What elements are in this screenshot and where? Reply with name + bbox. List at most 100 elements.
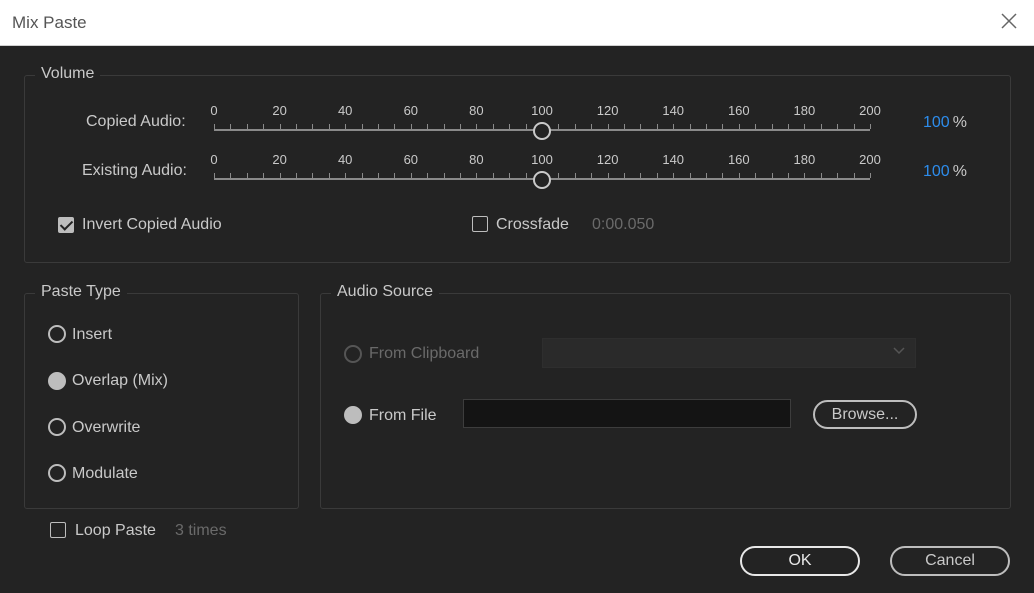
slider-tick (804, 124, 806, 129)
file-path-field[interactable] (463, 399, 791, 428)
slider-tick (312, 173, 314, 178)
slider-tick (640, 173, 642, 178)
slider-tick (574, 173, 576, 178)
slider-tick (378, 124, 379, 129)
slider-tick (738, 173, 740, 178)
slider-tick (673, 173, 675, 178)
slider-tick (574, 124, 576, 129)
loop-paste-checkbox[interactable] (50, 522, 66, 538)
slider-tick (788, 173, 789, 178)
slider-tick-label: 0 (210, 103, 218, 118)
slider-tick (738, 124, 740, 129)
crossfade-label[interactable]: Crossfade (496, 216, 569, 234)
paste-type-insert-label[interactable]: Insert (72, 326, 112, 344)
slider-tick (263, 173, 265, 178)
slider-tick-label: 0 (210, 152, 218, 167)
slider-tick-label: 200 (859, 152, 881, 167)
invert-copied-audio-checkbox[interactable] (58, 217, 74, 233)
slider-tick (443, 173, 445, 178)
existing-audio-value-number[interactable]: 100 (923, 163, 950, 180)
slider-tick-label: 200 (859, 103, 881, 118)
slider-tick-label: 80 (469, 152, 484, 167)
crossfade-checkbox[interactable] (472, 216, 488, 232)
slider-tick (853, 124, 855, 129)
existing-audio-label: Existing Audio: (82, 162, 187, 179)
loop-times: 3 times (175, 522, 227, 539)
paste-type-overlap-label[interactable]: Overlap (Mix) (72, 372, 168, 390)
clipboard-source-dropdown[interactable] (542, 338, 916, 368)
from-file-label[interactable]: From File (369, 407, 437, 425)
slider-tick (328, 173, 330, 178)
slider-tick (509, 173, 511, 178)
slider-tick (492, 173, 494, 178)
slider-tick-label: 100 (531, 103, 553, 118)
slider-tick (656, 173, 658, 178)
slider-tick (394, 124, 396, 129)
existing-audio-unit: % (952, 163, 967, 180)
slider-tick-label: 120 (596, 103, 619, 118)
copied-audio-value-number[interactable]: 100 (923, 114, 950, 131)
window-title: Mix Paste (12, 13, 87, 32)
paste-type-insert-radio[interactable] (48, 325, 66, 343)
slider-tick (427, 124, 429, 129)
copied-audio-unit: % (952, 114, 967, 131)
slider-thumb[interactable] (533, 171, 551, 189)
slider-tick (558, 124, 560, 129)
slider-tick (870, 173, 871, 178)
copied-audio-value[interactable]: 100% (923, 114, 967, 132)
cancel-button[interactable]: Cancel (890, 546, 1010, 576)
from-clipboard-label[interactable]: From Clipboard (369, 345, 479, 363)
slider-tick (673, 124, 675, 129)
close-icon[interactable] (998, 10, 1020, 32)
paste-type-modulate-radio[interactable] (48, 464, 66, 482)
from-clipboard-radio[interactable] (344, 345, 362, 363)
slider-tick (476, 173, 478, 178)
slider-tick (837, 124, 839, 129)
ok-button[interactable]: OK (740, 546, 860, 576)
slider-tick (624, 124, 625, 129)
title-bar: Mix Paste (0, 0, 1034, 46)
slider-tick (296, 124, 297, 129)
slider-tick (820, 173, 822, 178)
invert-copied-audio-label[interactable]: Invert Copied Audio (82, 216, 222, 234)
existing-audio-slider[interactable]: 0 20 40 60 80 100 120 140 160 180 200 (208, 152, 881, 189)
slider-tick-label: 160 (727, 152, 750, 167)
slider-tick-label: 120 (596, 152, 619, 167)
loop-paste-label[interactable]: Loop Paste (75, 522, 156, 540)
slider-tick (558, 173, 560, 178)
slider-tick (837, 173, 839, 178)
slider-tick (460, 124, 461, 129)
crossfade-duration: 0:00.050 (592, 216, 655, 233)
existing-audio-value[interactable]: 100% (923, 163, 967, 181)
slider-tick-label: 20 (272, 152, 287, 167)
copied-audio-slider[interactable]: 0 20 40 60 80 100 120 140 160 180 200 (208, 103, 881, 140)
paste-type-legend: Paste Type (35, 283, 127, 301)
slider-tick (755, 124, 757, 129)
slider-tick-label: 180 (793, 152, 816, 167)
paste-type-overwrite-label[interactable]: Overwrite (72, 419, 140, 437)
slider-tick-label: 140 (662, 152, 685, 167)
slider-tick (312, 124, 314, 129)
slider-tick (525, 173, 527, 178)
slider-tick (509, 124, 511, 129)
slider-tick (279, 124, 281, 129)
slider-tick-label: 20 (272, 103, 287, 118)
slider-tick-label: 100 (531, 152, 553, 167)
from-file-radio[interactable] (344, 406, 362, 424)
paste-type-overwrite-radio[interactable] (48, 418, 66, 436)
slider-tick (361, 124, 363, 129)
paste-type-modulate-label[interactable]: Modulate (72, 465, 138, 483)
slider-tick (607, 173, 609, 178)
slider-tick (279, 173, 281, 178)
slider-thumb[interactable] (533, 122, 551, 140)
slider-tick (870, 124, 871, 129)
slider-tick (378, 173, 379, 178)
audio-source-legend: Audio Source (331, 283, 440, 301)
copied-audio-label: Copied Audio: (86, 113, 186, 130)
browse-button[interactable]: Browse... (813, 400, 917, 429)
slider-tick (706, 124, 707, 129)
volume-legend: Volume (35, 65, 101, 83)
slider-tick-label: 160 (727, 103, 750, 118)
slider-tick (722, 124, 724, 129)
paste-type-overlap-radio[interactable] (48, 372, 66, 390)
